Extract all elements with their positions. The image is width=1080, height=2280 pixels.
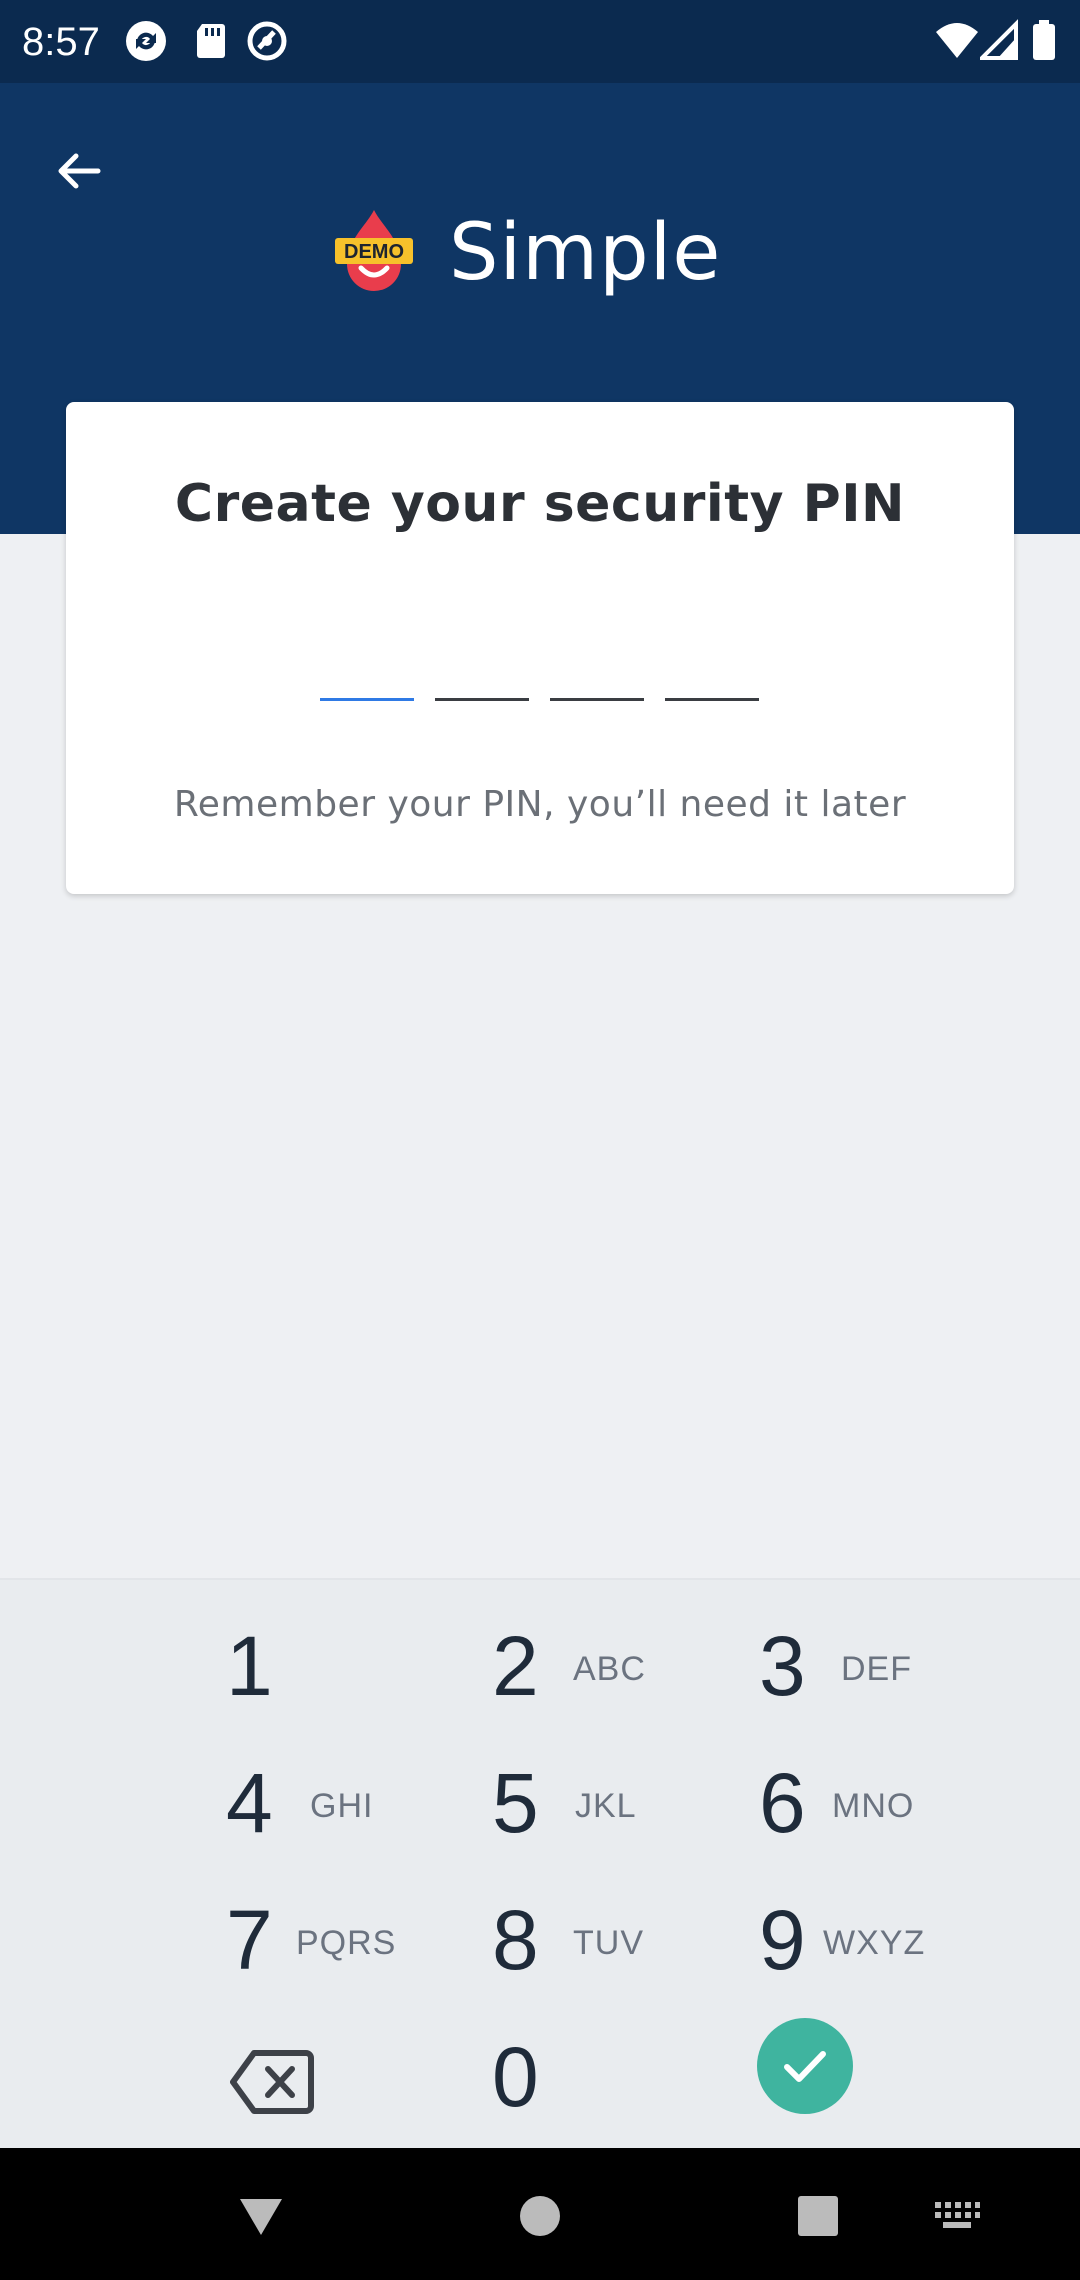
check-icon [784, 2051, 826, 2082]
logo-badge-text: DEMO [344, 241, 404, 263]
key-letters: JKL [575, 1787, 637, 1825]
key-9[interactable]: 9 WXYZ [661, 1874, 1021, 2011]
pin-card: Create your security PIN Remember your P… [66, 402, 1014, 894]
key-digit: 3 [759, 1619, 806, 1713]
key-digit: 5 [492, 1756, 539, 1850]
pin-slot-4 [665, 698, 759, 701]
key-letters: GHI [310, 1787, 374, 1825]
arrow-left-icon [58, 153, 101, 189]
nav-home-button[interactable] [512, 2188, 568, 2244]
key-letters: DEF [841, 1650, 912, 1688]
home-circle-icon [520, 2196, 560, 2236]
key-digit: 1 [226, 1619, 273, 1713]
key-digit: 2 [492, 1619, 539, 1713]
key-digit: 7 [226, 1893, 273, 1987]
pin-slot-1 [320, 698, 414, 701]
brand: DEMO Simple [335, 203, 721, 303]
key-digit: 8 [492, 1893, 539, 1987]
back-button[interactable] [40, 133, 116, 209]
sync-icon [123, 18, 169, 64]
confirm-button[interactable] [757, 2018, 853, 2114]
key-letters: ABC [573, 1650, 646, 1688]
key-digit: 6 [759, 1756, 806, 1850]
recents-square-icon [798, 2196, 838, 2236]
key-3[interactable]: 3 DEF [661, 1600, 1021, 1737]
keyboard-icon [935, 2202, 980, 2228]
pin-slot-3 [550, 698, 644, 701]
nav-recents-button[interactable] [790, 2188, 846, 2244]
status-bar: 8:57 [0, 0, 1080, 83]
key-digit: 9 [759, 1893, 806, 1987]
app-logo-icon: DEMO [335, 208, 413, 298]
nav-keyboard-button[interactable] [928, 2188, 986, 2244]
pin-input[interactable] [320, 698, 760, 708]
signal-icon [977, 18, 1026, 64]
system-nav-bar [0, 2148, 1080, 2280]
key-letters: TUV [573, 1924, 644, 1962]
pin-hint: Remember your PIN, you’ll need it later [173, 784, 907, 825]
key-digit: 4 [226, 1756, 273, 1850]
sd-card-icon [188, 18, 234, 64]
backspace-icon [230, 2050, 314, 2114]
battery-icon [1030, 18, 1058, 64]
back-triangle-icon [240, 2199, 282, 2235]
nav-back-button[interactable] [233, 2188, 289, 2244]
app-name: Simple [449, 208, 722, 298]
key-letters: PQRS [296, 1924, 397, 1962]
page-title: Create your security PIN [174, 474, 906, 534]
status-time: 8:57 [22, 20, 100, 64]
key-digit: 0 [492, 2030, 539, 2124]
wifi-icon [934, 18, 980, 64]
key-letters: MNO [832, 1787, 915, 1825]
backspace-button[interactable] [230, 2045, 314, 2119]
key-6[interactable]: 6 MNO [661, 1737, 1021, 1874]
key-0[interactable]: 0 [395, 2011, 755, 2148]
vpn-icon [244, 18, 290, 64]
pin-slot-2 [435, 698, 529, 701]
key-letters: WXYZ [823, 1924, 926, 1962]
